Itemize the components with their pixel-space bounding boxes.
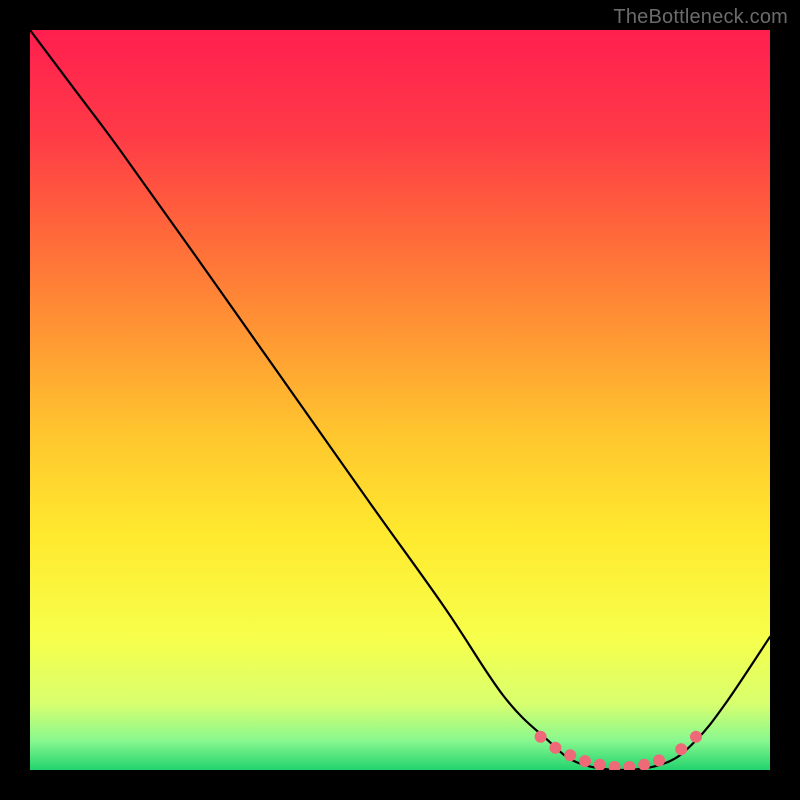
highlight-dot bbox=[535, 731, 547, 743]
highlight-dot bbox=[653, 754, 665, 766]
highlight-dot bbox=[638, 759, 650, 770]
highlight-dot bbox=[564, 749, 576, 761]
highlight-dot bbox=[549, 742, 561, 754]
bottleneck-curve-path bbox=[30, 30, 770, 770]
highlight-dot bbox=[690, 731, 702, 743]
highlight-dot bbox=[623, 761, 635, 770]
chart-stage: TheBottleneck.com bbox=[0, 0, 800, 800]
highlight-dot bbox=[675, 743, 687, 755]
highlight-dot bbox=[579, 755, 591, 767]
highlight-dot bbox=[594, 759, 606, 770]
highlight-dot bbox=[609, 761, 621, 770]
curve-svg bbox=[30, 30, 770, 770]
highlight-dots-group bbox=[535, 731, 702, 770]
plot-area bbox=[30, 30, 770, 770]
watermark-text: TheBottleneck.com bbox=[613, 6, 788, 29]
